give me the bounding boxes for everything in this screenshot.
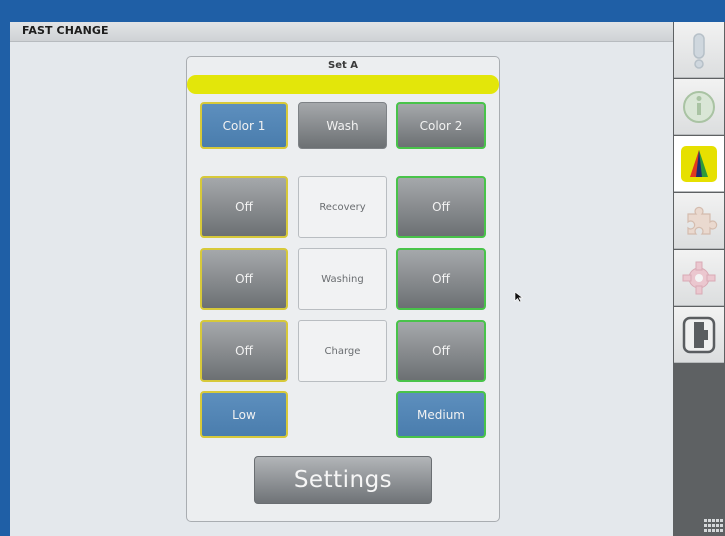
washing-label: Washing [298, 248, 387, 310]
set-label: Set A [328, 60, 358, 71]
alert-icon [693, 32, 705, 69]
gear-icon [682, 261, 716, 294]
sidebar-item-info[interactable] [674, 79, 724, 135]
color-change-icon [681, 145, 717, 182]
wash-button[interactable]: Wash [298, 102, 387, 149]
sidebar-item-color-change[interactable] [674, 136, 724, 192]
title-bar: FAST CHANGE [10, 22, 673, 42]
settings-button[interactable]: Settings [254, 456, 432, 504]
panel-header: Set A [187, 57, 499, 75]
charge-label: Charge [298, 320, 387, 382]
sidebar-item-alert[interactable] [674, 22, 724, 78]
mouse-cursor-icon [514, 291, 524, 303]
sidebar-item-settings[interactable] [674, 250, 724, 306]
washing-left-toggle[interactable]: Off [200, 248, 288, 310]
sidebar-item-puzzle[interactable] [674, 193, 724, 249]
charge-left-toggle[interactable]: Off [200, 320, 288, 382]
medium-button[interactable]: Medium [396, 391, 486, 438]
profile-icon [682, 316, 716, 353]
charge-right-toggle[interactable]: Off [396, 320, 486, 382]
sidebar [673, 22, 725, 536]
puzzle-icon [687, 206, 718, 235]
color2-button[interactable]: Color 2 [396, 102, 486, 149]
keypad-icon[interactable] [704, 519, 723, 533]
color1-button[interactable]: Color 1 [200, 102, 288, 149]
low-button[interactable]: Low [200, 391, 288, 438]
info-icon [683, 90, 715, 123]
washing-right-toggle[interactable]: Off [396, 248, 486, 310]
set-status-bar [187, 75, 499, 94]
recovery-right-toggle[interactable]: Off [396, 176, 486, 238]
recovery-label: Recovery [298, 176, 387, 238]
sidebar-item-profile[interactable] [674, 307, 724, 363]
recovery-left-toggle[interactable]: Off [200, 176, 288, 238]
app-screen: FAST CHANGE Set A Color 1 Wash Color 2 O… [0, 0, 725, 536]
page-title: FAST CHANGE [22, 24, 109, 37]
